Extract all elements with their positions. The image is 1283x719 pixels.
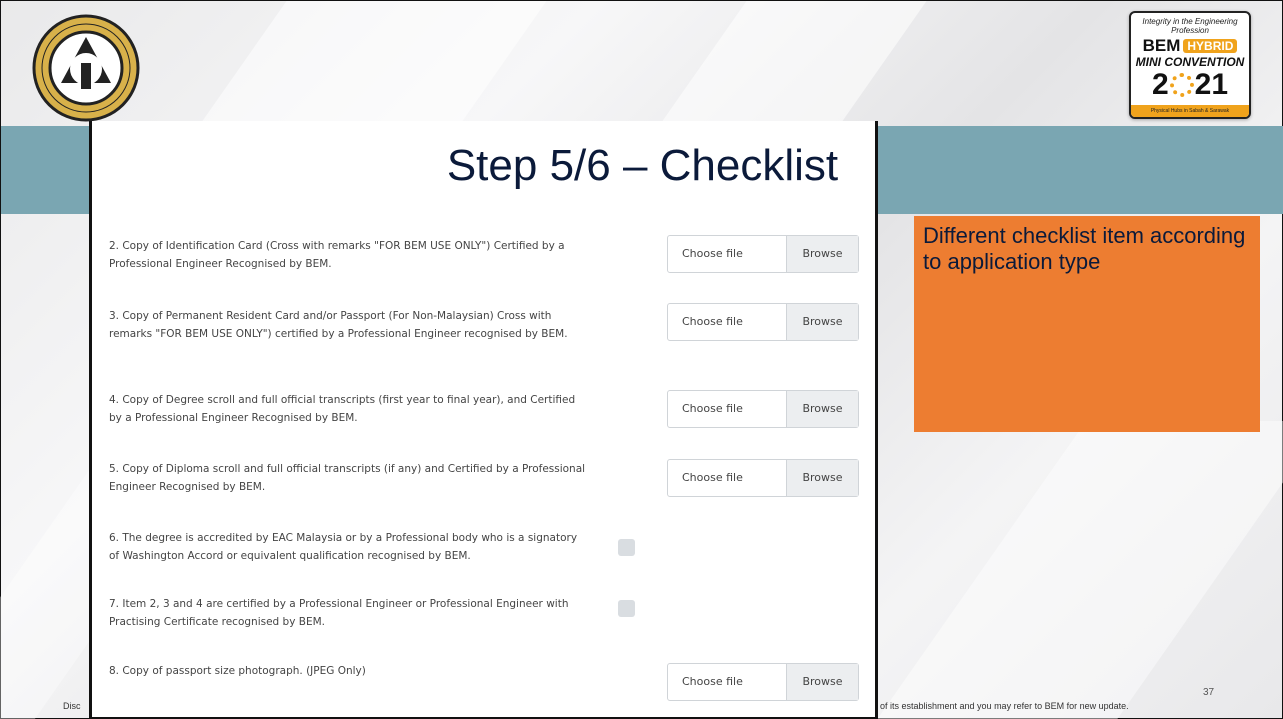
browse-button[interactable]: Browse [786,664,858,700]
browse-button[interactable]: Browse [786,304,858,340]
checklist-item-text: 4. Copy of Degree scroll and full offici… [109,394,576,424]
choose-file-label[interactable]: Choose file [668,460,786,496]
certification-checkbox[interactable] [618,600,635,617]
checklist-item-text: 2. Copy of Identification Card (Cross wi… [109,240,565,270]
background-streak [875,421,1283,719]
file-upload-degree[interactable]: Choose file Browse [667,390,859,428]
checklist-item-text: 3. Copy of Permanent Resident Card and/o… [109,310,568,340]
file-upload-photograph[interactable]: Choose file Browse [667,663,859,701]
choose-file-label[interactable]: Choose file [668,664,786,700]
checklist-form-panel: 2. Copy of Identification Card (Cross wi… [89,121,878,719]
browse-button[interactable]: Browse [786,391,858,427]
logo-year-right: 21 [1194,68,1229,102]
logo-tagline: Integrity in the Engineering Profession [1142,17,1238,35]
file-upload-diploma[interactable]: Choose file Browse [667,459,859,497]
checklist-item-text: 5. Copy of Diploma scroll and full offic… [109,463,586,493]
gear-icon [1169,73,1194,98]
choose-file-label[interactable]: Choose file [668,304,786,340]
logo-event: MINI CONVENTION [1135,55,1245,69]
file-upload-permanent-resident[interactable]: Choose file Browse [667,303,859,341]
disclaimer-left: Disc [63,701,81,711]
checklist-item-text: 8. Copy of passport size photograph. (JP… [109,665,366,677]
footer-disclaimer: Disc of its establishment and you may re… [1,701,1283,715]
logo-year-left: 2 [1151,68,1169,102]
bem-seal-logo [31,13,141,123]
callout-text: Different checklist item according to ap… [923,223,1246,274]
browse-button[interactable]: Browse [786,236,858,272]
choose-file-label[interactable]: Choose file [668,391,786,427]
checklist-item-text: 7. Item 2, 3 and 4 are certified by a Pr… [109,598,569,628]
disclaimer-right: of its establishment and you may refer t… [880,701,1129,711]
logo-brand: BEM [1142,36,1181,55]
accreditation-checkbox[interactable] [618,539,635,556]
file-upload-identification[interactable]: Choose file Browse [667,235,859,273]
background-streak [195,1,547,131]
choose-file-label[interactable]: Choose file [668,236,786,272]
background-streak [655,1,927,131]
bem-convention-logo: Integrity in the Engineering Profession … [1129,11,1251,119]
page-number: 37 [1203,687,1215,698]
slide-title: Step 5/6 – Checklist [446,141,839,190]
browse-button[interactable]: Browse [786,460,858,496]
checklist-item-text: 6. The degree is accredited by EAC Malay… [109,532,578,562]
logo-footer: Physical Hubs in Sabah & Sarawak [1131,105,1249,117]
logo-hybrid: HYBRID [1183,39,1238,53]
